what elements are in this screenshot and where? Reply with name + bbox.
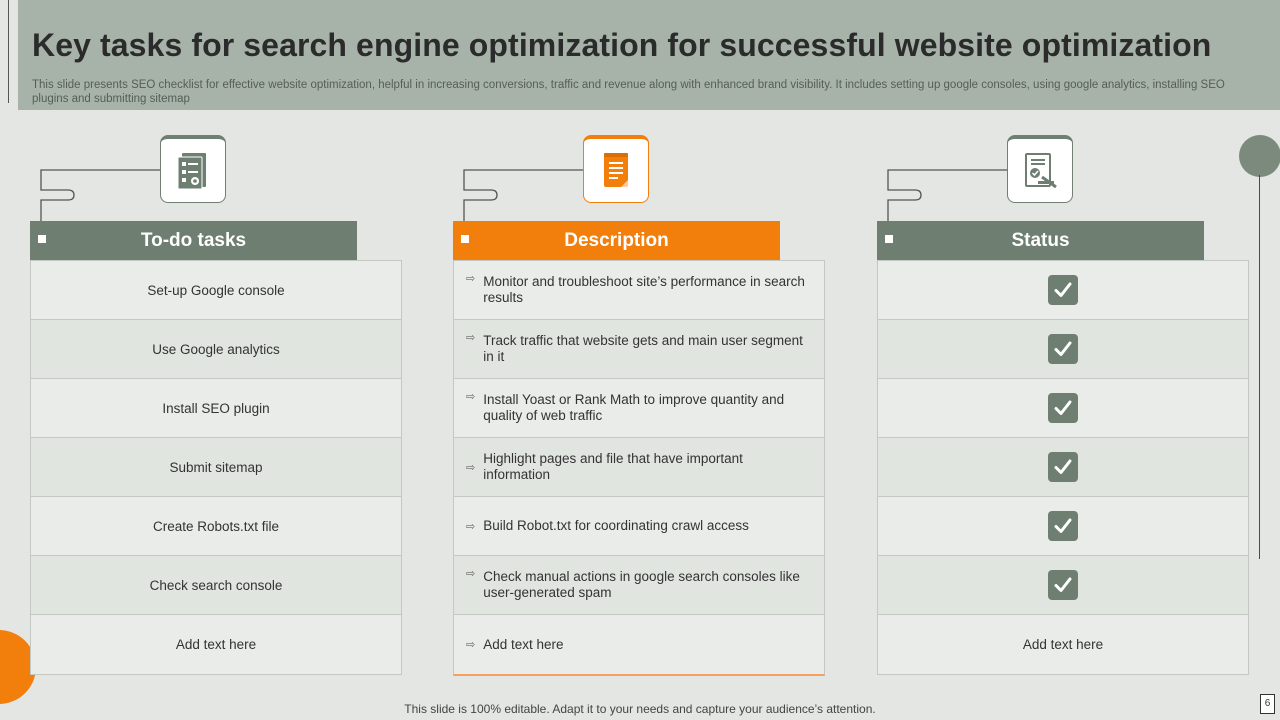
description-text: Install Yoast or Rank Math to improve qu… [483,392,785,423]
description-row: ⇨ Check manual actions in google search … [454,556,824,615]
checklist-document-icon [160,135,226,203]
description-row: ⇨ Add text here [454,615,824,674]
arrow-bullet-icon: ⇨ [466,461,476,474]
status-row [878,320,1248,379]
column-header-status: Status [877,221,1204,260]
page-number: 6 [1260,694,1275,714]
column-header-todo: To-do tasks [30,221,357,260]
status-row [878,261,1248,320]
todo-row: Add text here [31,615,401,674]
arrow-bullet-icon: ⇨ [466,273,476,285]
header-bullet-square [461,235,469,243]
slide-footer: This slide is 100% editable. Adapt it to… [404,702,876,716]
header-bullet-square [38,235,46,243]
description-table: ⇨ Monitor and troubleshoot site’s perfor… [453,260,825,676]
todo-row: Install SEO plugin [31,379,401,438]
description-text: Check manual actions in google search co… [483,569,800,600]
left-rule [8,0,9,103]
arrow-bullet-icon: ⇨ [466,568,476,580]
status-row: Add text here [878,615,1248,674]
checkmark-icon [1048,452,1078,482]
description-row: ⇨ Build Robot.txt for coordinating crawl… [454,497,824,556]
description-text: Highlight pages and file that have impor… [483,451,743,482]
todo-row: Submit sitemap [31,438,401,497]
description-row: ⇨ Highlight pages and file that have imp… [454,438,824,497]
status-row [878,556,1248,615]
todo-row: Use Google analytics [31,320,401,379]
decorative-circle-right [1239,135,1280,177]
todo-row: Set-up Google console [31,261,401,320]
document-icon [583,135,649,203]
arrow-bullet-icon: ⇨ [466,332,476,344]
description-text: Build Robot.txt for coordinating crawl a… [483,518,749,533]
description-row: ⇨ Install Yoast or Rank Math to improve … [454,379,824,438]
checkmark-icon [1048,275,1078,305]
header-bullet-square [885,235,893,243]
arrow-bullet-icon: ⇨ [466,639,476,651]
todo-row: Create Robots.txt file [31,497,401,556]
checkmark-icon [1048,334,1078,364]
status-row [878,438,1248,497]
description-text: Add text here [483,636,564,652]
status-row [878,497,1248,556]
slide-subtitle: This slide presents SEO checklist for ef… [32,79,1225,105]
description-row: ⇨ Monitor and troubleshoot site’s perfor… [454,261,824,320]
approved-document-icon [1007,135,1073,203]
todo-row: Check search console [31,556,401,615]
column-header-todo-label: To-do tasks [140,229,247,251]
status-row [878,379,1248,438]
arrow-bullet-icon: ⇨ [466,391,476,403]
column-header-description-label: Description [564,229,669,251]
description-text: Monitor and troubleshoot site’s performa… [483,274,805,305]
description-row: ⇨ Track traffic that website gets and ma… [454,320,824,379]
column-header-status-label: Status [1011,229,1070,251]
checkmark-icon [1048,511,1078,541]
right-rule [1259,175,1260,559]
column-header-description: Description [453,221,780,260]
todo-table: Set-up Google console Use Google analyti… [30,260,402,675]
slide-title: Key tasks for search engine optimization… [32,27,1212,63]
status-table: Add text here [877,260,1249,675]
checkmark-icon [1048,570,1078,600]
arrow-bullet-icon: ⇨ [466,520,476,533]
checkmark-icon [1048,393,1078,423]
description-text: Track traffic that website gets and main… [483,333,803,364]
